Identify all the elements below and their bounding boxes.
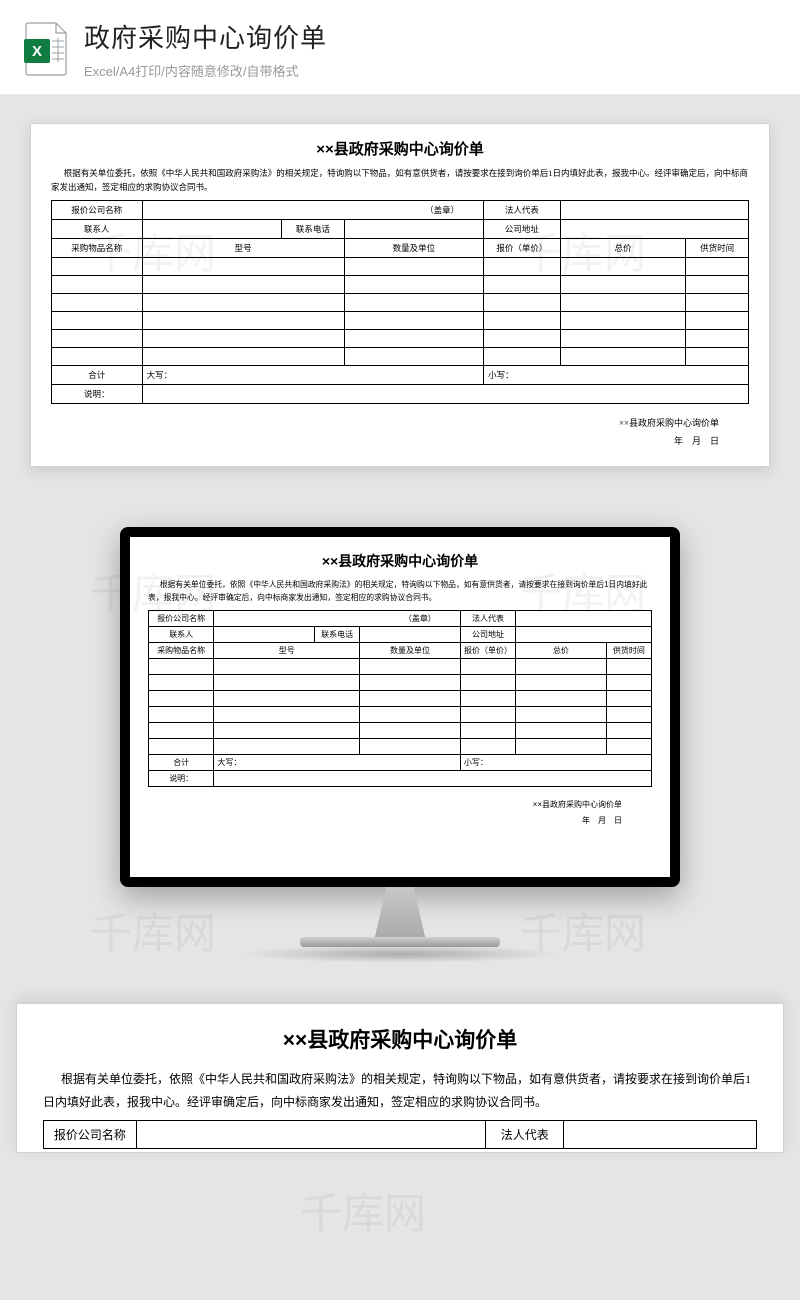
field-upper: 大写： [142, 366, 483, 385]
field-lower: 小写： [460, 755, 651, 771]
seal-cell: （盖章） [142, 201, 483, 220]
table-row [149, 707, 652, 723]
table-row [52, 258, 749, 276]
page-title: 政府采购中心询价单 [84, 18, 327, 55]
field-phone [344, 220, 483, 239]
table-row [149, 723, 652, 739]
doc-footer-1: ××县政府采购中心询价单 [51, 414, 719, 432]
document-preview-cropped: ××县政府采购中心询价单 根据有关单位委托，依照《中华人民共和国政府采购法》的相… [16, 1003, 784, 1153]
monitor-stand [355, 887, 445, 937]
watermark: 千库网 [300, 1180, 426, 1241]
label-address: 公司地址 [484, 220, 561, 239]
table-row [52, 330, 749, 348]
field-upper: 大写： [214, 755, 460, 771]
label-phone: 联系电话 [314, 627, 359, 643]
col-model: 型号 [142, 239, 344, 258]
col-item: 采购物品名称 [52, 239, 143, 258]
col-price: 报价（单价） [460, 643, 515, 659]
svg-text:X: X [32, 43, 42, 60]
table-row [52, 276, 749, 294]
label-address: 公司地址 [460, 627, 515, 643]
col-qty: 数量及单位 [344, 239, 483, 258]
table-row [52, 348, 749, 366]
label-company: 报价公司名称 [52, 201, 143, 220]
excel-file-icon: X [22, 21, 70, 77]
col-delivery: 供货时间 [686, 239, 749, 258]
label-sum: 合计 [52, 366, 143, 385]
field-address [560, 220, 748, 239]
table-row [149, 739, 652, 755]
label-contact: 联系人 [149, 627, 214, 643]
field-note [214, 771, 652, 787]
page-subtitle: Excel/A4打印/内容随意修改/自带格式 [84, 61, 327, 80]
doc-title: ××县政府采购中心询价单 [148, 551, 652, 571]
inquiry-form-table: 报价公司名称 法人代表 [43, 1120, 757, 1149]
inquiry-form-table: 报价公司名称 （盖章） 法人代表 联系人 联系电话 公司地址 采购物品名称 型号… [51, 200, 749, 404]
label-company: 报价公司名称 [149, 611, 214, 627]
table-row [52, 312, 749, 330]
label-legal: 法人代表 [486, 1120, 564, 1148]
field-address [516, 627, 652, 643]
label-company: 报价公司名称 [44, 1120, 137, 1148]
table-row [149, 691, 652, 707]
field-phone [360, 627, 461, 643]
field-contact [214, 627, 315, 643]
document-preview-flat: ××县政府采购中心询价单 根据有关单位委托，依照《中华人民共和国政府采购法》的相… [0, 95, 800, 497]
doc-footer-date: 年 月 日 [51, 432, 719, 450]
col-delivery: 供货时间 [606, 643, 651, 659]
label-legal: 法人代表 [460, 611, 515, 627]
doc-title: ××县政府采购中心询价单 [43, 1024, 757, 1054]
doc-description: 根据有关单位委托，依照《中华人民共和国政府采购法》的相关规定，特询购以下物品，如… [51, 167, 749, 194]
col-model: 型号 [214, 643, 360, 659]
table-row [149, 659, 652, 675]
col-total: 总价 [560, 239, 685, 258]
col-item: 采购物品名称 [149, 643, 214, 659]
label-legal: 法人代表 [484, 201, 561, 220]
field-legal [564, 1120, 757, 1148]
doc-description: 根据有关单位委托，依照《中华人民共和国政府采购法》的相关规定，特询购以下物品，如… [148, 579, 652, 604]
label-note: 说明： [149, 771, 214, 787]
table-row [52, 294, 749, 312]
doc-description: 根据有关单位委托，依照《中华人民共和国政府采购法》的相关规定，特询购以下物品，如… [43, 1068, 757, 1114]
label-sum: 合计 [149, 755, 214, 771]
page-header: X 政府采购中心询价单 Excel/A4打印/内容随意修改/自带格式 [0, 0, 800, 95]
seal-cell: （盖章） [214, 611, 460, 627]
monitor-mockup: ××县政府采购中心询价单 根据有关单位委托，依照《中华人民共和国政府采购法》的相… [0, 497, 800, 1003]
label-note: 说明： [52, 385, 143, 404]
field-legal [560, 201, 748, 220]
label-contact: 联系人 [52, 220, 143, 239]
col-price: 报价（单价） [484, 239, 561, 258]
inquiry-form-table: 报价公司名称 （盖章） 法人代表 联系人 联系电话 公司地址 采 [148, 610, 652, 787]
doc-footer-1: ××县政府采购中心询价单 [148, 797, 622, 813]
col-total: 总价 [516, 643, 607, 659]
monitor-shadow [240, 945, 560, 963]
field-legal [516, 611, 652, 627]
col-qty: 数量及单位 [360, 643, 461, 659]
field-lower: 小写： [484, 366, 749, 385]
doc-footer-date: 年 月 日 [148, 813, 622, 829]
seal-cell [136, 1120, 485, 1148]
label-phone: 联系电话 [281, 220, 344, 239]
field-note [142, 385, 748, 404]
field-contact [142, 220, 281, 239]
doc-title: ××县政府采购中心询价单 [51, 138, 749, 159]
table-row [149, 675, 652, 691]
